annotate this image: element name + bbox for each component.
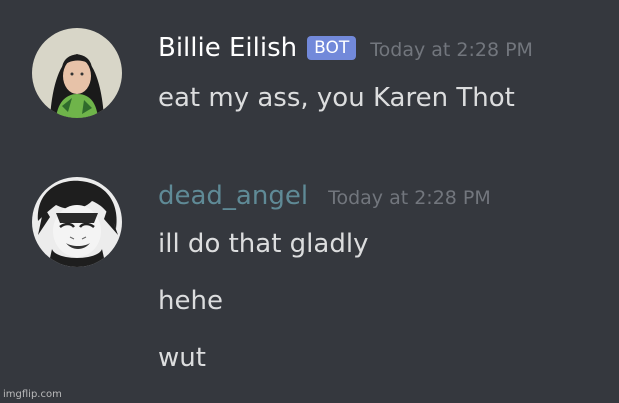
message-text: wut bbox=[158, 343, 206, 373]
username[interactable]: dead_angel bbox=[158, 180, 308, 212]
anime-avatar-icon bbox=[32, 177, 122, 267]
message-header: Billie Eilish BOT Today at 2:28 PM bbox=[158, 32, 533, 64]
bot-badge: BOT bbox=[307, 36, 357, 60]
dead-angel-avatar[interactable] bbox=[32, 177, 122, 267]
timestamp[interactable]: Today at 2:28 PM bbox=[328, 187, 491, 209]
username[interactable]: Billie Eilish bbox=[158, 32, 297, 64]
timestamp[interactable]: Today at 2:28 PM bbox=[370, 39, 533, 61]
message-text: hehe bbox=[158, 286, 223, 316]
message-text: ill do that gladly bbox=[158, 229, 369, 259]
user-avatar-photo-icon bbox=[32, 28, 122, 118]
watermark: imgflip.com bbox=[3, 389, 62, 400]
billie-avatar[interactable] bbox=[32, 28, 122, 118]
chat-window: Billie Eilish BOT Today at 2:28 PM eat m… bbox=[0, 0, 619, 403]
message-text: eat my ass, you Karen Thot bbox=[158, 83, 515, 113]
message-header: dead_angel Today at 2:28 PM bbox=[158, 180, 491, 212]
